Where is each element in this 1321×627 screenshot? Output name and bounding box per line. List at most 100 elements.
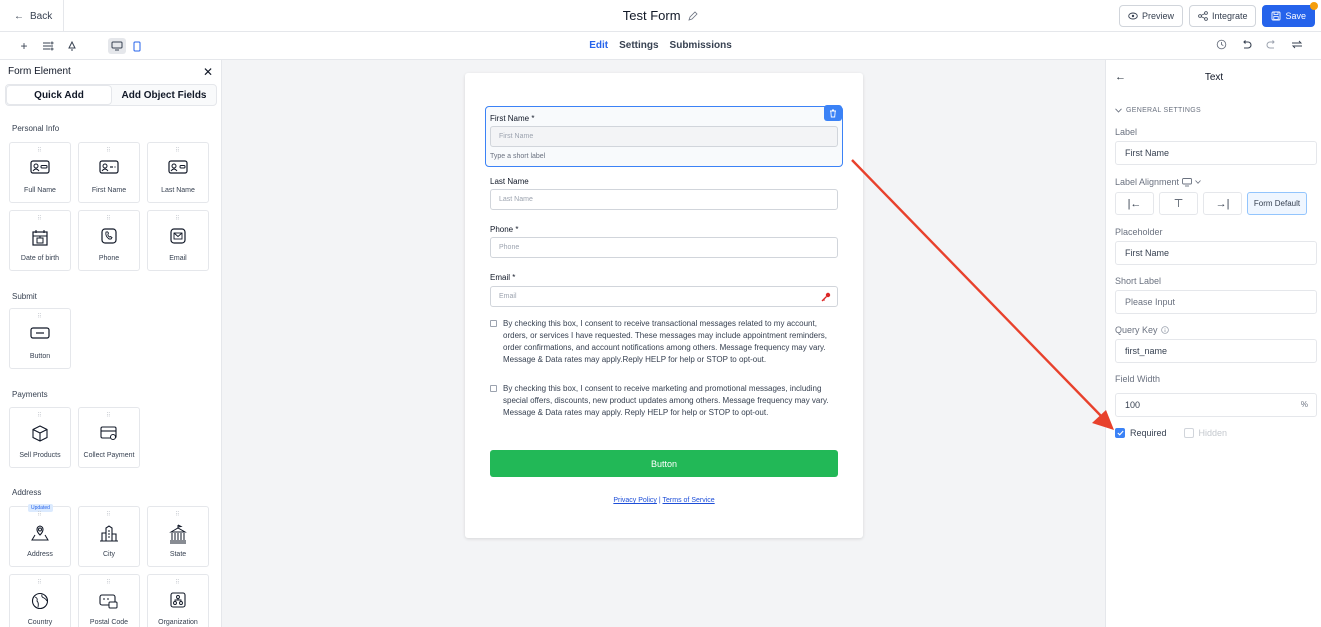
element-label: Button bbox=[29, 353, 51, 360]
panel-title: Form Element bbox=[8, 66, 71, 77]
pencil-icon[interactable] bbox=[688, 11, 698, 21]
align-left-button[interactable]: |← bbox=[1115, 192, 1154, 215]
layers-icon[interactable] bbox=[42, 40, 54, 52]
hidden-checkbox[interactable] bbox=[1183, 428, 1194, 438]
chevron-down-icon[interactable] bbox=[1195, 180, 1201, 184]
tab-settings[interactable]: Settings bbox=[619, 40, 658, 51]
terms-of-service-link[interactable]: Terms of Service bbox=[663, 497, 715, 504]
drag-handle-icon: ⠿ bbox=[37, 580, 43, 586]
element-phone[interactable]: ⠿ Phone bbox=[78, 210, 140, 271]
label-alignment-title: Label Alignment bbox=[1115, 177, 1201, 187]
redo-icon[interactable] bbox=[1266, 39, 1277, 50]
label-input[interactable]: First Name bbox=[1115, 141, 1317, 165]
selected-field-first-name[interactable]: First Name * First Name Type a short lab… bbox=[485, 105, 843, 167]
placeholder-input[interactable]: First Name bbox=[1115, 241, 1317, 265]
align-form-default-button[interactable]: Form Default bbox=[1247, 192, 1307, 215]
element-label: Collect Payment bbox=[83, 452, 135, 459]
element-first-name[interactable]: ⠿ First Name bbox=[78, 142, 140, 203]
id-card-icon bbox=[99, 160, 119, 174]
add-icon[interactable]: + bbox=[18, 39, 30, 53]
drag-handle-icon: ⠿ bbox=[106, 148, 112, 154]
form-submit-button[interactable]: Button bbox=[490, 450, 838, 477]
element-state[interactable]: ⠿ State bbox=[147, 506, 209, 567]
tab-submissions[interactable]: Submissions bbox=[670, 40, 732, 51]
drag-handle-icon: ⠿ bbox=[37, 314, 43, 320]
element-country[interactable]: ⠿ Country bbox=[9, 574, 71, 627]
element-label: Date of birth bbox=[20, 255, 60, 262]
organization-icon bbox=[170, 592, 186, 608]
element-postal-code[interactable]: ⠿ Postal Code bbox=[78, 574, 140, 627]
drag-handle-icon: ⠿ bbox=[175, 216, 181, 222]
history-icon[interactable] bbox=[1216, 39, 1227, 50]
label-title: Label bbox=[1115, 127, 1138, 137]
section-payments: Payments bbox=[12, 390, 48, 399]
consent-marketing-checkbox[interactable] bbox=[490, 385, 497, 392]
save-button[interactable]: Save bbox=[1262, 2, 1318, 27]
required-checkbox[interactable] bbox=[1115, 428, 1125, 438]
desktop-icon[interactable] bbox=[1182, 177, 1192, 187]
key-icon[interactable] bbox=[821, 292, 831, 302]
drag-handle-icon: ⠿ bbox=[106, 512, 112, 518]
last-name-input[interactable]: Last Name bbox=[490, 189, 838, 210]
delete-field-button[interactable] bbox=[824, 105, 842, 121]
element-email[interactable]: ⠿ Email bbox=[147, 210, 209, 271]
short-label-title: Short Label bbox=[1115, 276, 1162, 286]
element-address[interactable]: Updated ⠿ Address bbox=[9, 504, 71, 567]
close-icon[interactable]: ✕ bbox=[203, 65, 213, 79]
integrate-label: Integrate bbox=[1211, 11, 1248, 21]
button-icon bbox=[30, 327, 50, 339]
form-title-text: Test Form bbox=[622, 8, 681, 23]
undo-icon[interactable] bbox=[1241, 39, 1252, 50]
privacy-policy-link[interactable]: Privacy Policy bbox=[613, 497, 657, 504]
field-width-title: Field Width bbox=[1115, 374, 1161, 384]
element-full-name[interactable]: ⠿ Full Name bbox=[9, 142, 71, 203]
preview-label: Preview bbox=[1141, 11, 1174, 21]
element-label: Email bbox=[169, 255, 187, 262]
tab-edit[interactable]: Edit bbox=[589, 40, 608, 51]
form-preview-card: First Name * First Name Type a short lab… bbox=[465, 73, 863, 538]
box-icon bbox=[32, 425, 48, 442]
mobile-view-button[interactable] bbox=[128, 38, 146, 54]
visibility-options: Required Hidden bbox=[1115, 428, 1227, 438]
element-button[interactable]: ⠿ Button bbox=[9, 308, 71, 369]
element-collect-payment[interactable]: ⠿ Collect Payment bbox=[78, 407, 140, 468]
align-top-button[interactable]: ⊤ bbox=[1159, 192, 1198, 215]
desktop-view-button[interactable] bbox=[108, 38, 126, 54]
info-icon[interactable] bbox=[1160, 326, 1169, 334]
field-label: Email * bbox=[490, 273, 516, 282]
consent-transactional-checkbox[interactable] bbox=[490, 320, 497, 327]
query-key-input[interactable]: first_name bbox=[1115, 339, 1317, 363]
mobile-icon bbox=[133, 41, 141, 51]
paint-bucket-icon[interactable] bbox=[66, 40, 78, 52]
preview-button[interactable]: Preview bbox=[1118, 5, 1183, 27]
hidden-label: Hidden bbox=[1198, 428, 1228, 438]
align-right-button[interactable]: →| bbox=[1203, 192, 1242, 215]
unsaved-indicator-dot bbox=[1310, 2, 1318, 10]
tab-quick-add[interactable]: Quick Add bbox=[6, 85, 112, 105]
element-date-of-birth[interactable]: ⠿ Date of birth bbox=[9, 210, 71, 271]
form-elements-panel: Form Element ✕ Quick Add Add Object Fiel… bbox=[0, 60, 222, 627]
phone-input[interactable]: Phone bbox=[490, 237, 838, 258]
element-label: Sell Products bbox=[19, 452, 61, 459]
toolbar-left: + bbox=[18, 38, 146, 54]
first-name-input[interactable]: First Name bbox=[490, 126, 838, 147]
email-input[interactable]: Email bbox=[490, 286, 838, 307]
swap-icon[interactable] bbox=[1291, 39, 1303, 50]
chevron-down-icon bbox=[1115, 108, 1122, 113]
element-city[interactable]: ⠿ City bbox=[78, 506, 140, 567]
integrate-button[interactable]: Integrate bbox=[1188, 5, 1257, 27]
element-sell-products[interactable]: ⠿ Sell Products bbox=[9, 407, 71, 468]
field-width-input[interactable]: 100 % bbox=[1115, 393, 1317, 417]
back-button[interactable]: ← Back bbox=[0, 0, 64, 32]
field-label: Last Name bbox=[490, 177, 529, 186]
tab-add-object-fields[interactable]: Add Object Fields bbox=[112, 85, 216, 105]
general-settings-header[interactable]: GENERAL SETTINGS bbox=[1115, 107, 1201, 114]
element-last-name[interactable]: ⠿ Last Name bbox=[147, 142, 209, 203]
short-label-input[interactable]: Please Input bbox=[1115, 290, 1317, 314]
element-organization[interactable]: ⠿ Organization bbox=[147, 574, 209, 627]
back-arrow-icon[interactable]: ← bbox=[1115, 71, 1126, 83]
form-canvas: First Name * First Name Type a short lab… bbox=[222, 60, 1105, 627]
settings-title: Text bbox=[1204, 72, 1224, 83]
element-label: First Name bbox=[91, 187, 127, 194]
envelope-icon bbox=[170, 228, 186, 244]
